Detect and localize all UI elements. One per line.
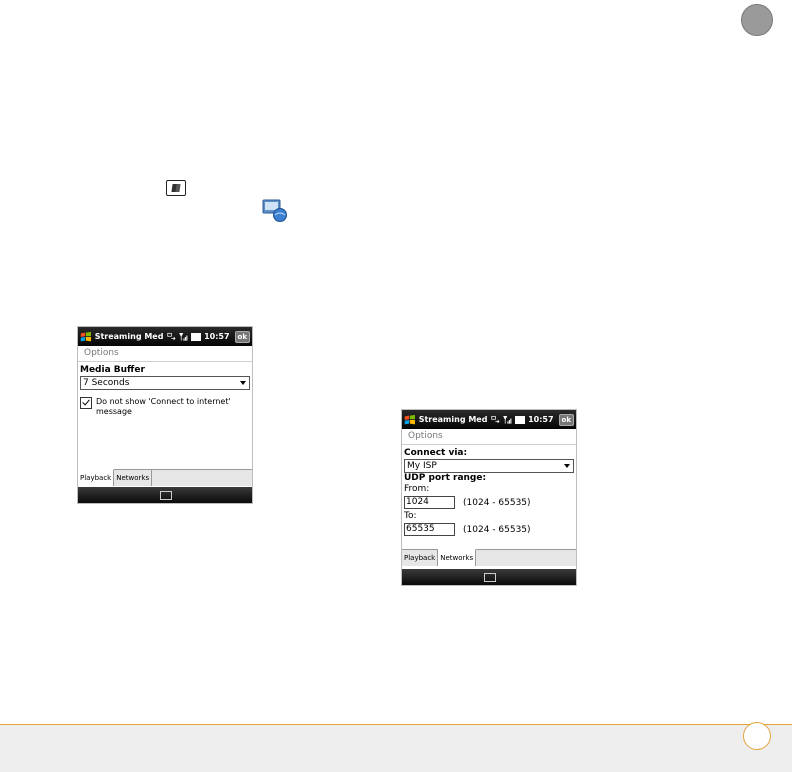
windows-start-key-icon	[166, 180, 186, 196]
from-port-input[interactable]: 1024	[404, 496, 455, 509]
keyboard-icon[interactable]	[160, 491, 172, 500]
to-label: To:	[404, 511, 417, 521]
connect-via-dropdown[interactable]: My ISP	[404, 459, 574, 473]
options-header: Options	[402, 429, 576, 445]
clock: 10:57	[528, 415, 554, 424]
signal-icon	[503, 415, 512, 424]
signal-icon	[179, 332, 188, 341]
to-range-hint: (1024 - 65535)	[463, 524, 531, 535]
connectivity-icon	[167, 332, 177, 340]
connectivity-icon	[491, 415, 501, 423]
windows-logo-icon[interactable]	[80, 330, 92, 344]
title-bar: Streaming Med 10:57 ok	[402, 410, 576, 429]
media-buffer-dropdown[interactable]: 7 Seconds	[80, 376, 250, 390]
battery-icon	[191, 332, 202, 341]
ok-button[interactable]: ok	[234, 330, 251, 343]
connect-via-value: My ISP	[407, 461, 437, 471]
checkbox-label-line1: Do not show 'Connect to internet'	[96, 397, 231, 406]
page-number-circle-icon	[743, 722, 771, 750]
to-port-input[interactable]: 65535	[404, 523, 455, 536]
page-footer	[0, 725, 792, 772]
media-buffer-label: Media Buffer	[80, 365, 145, 375]
connect-via-label: Connect via:	[404, 448, 468, 458]
from-label: From:	[404, 484, 430, 494]
window-title: Streaming Med	[418, 415, 488, 424]
tab-strip: Playback Networks	[78, 469, 252, 486]
soft-key-bar	[402, 569, 576, 585]
tab-playback[interactable]: Playback	[402, 550, 439, 566]
chapter-tab-icon	[741, 4, 773, 36]
tab-playback[interactable]: Playback	[78, 469, 115, 486]
tab-networks[interactable]: Networks	[438, 549, 477, 566]
windows-logo-icon[interactable]	[404, 413, 416, 427]
ok-button[interactable]: ok	[558, 413, 575, 426]
media-buffer-value: 7 Seconds	[83, 378, 130, 388]
playback-options-screenshot: Streaming Med 10:57 ok Options Media Buf…	[77, 326, 253, 504]
udp-port-range-label: UDP port range:	[404, 473, 487, 483]
title-bar: Streaming Med 10:57 ok	[78, 327, 252, 346]
checkbox-label-line2: message	[96, 407, 132, 416]
tab-networks[interactable]: Networks	[114, 470, 153, 486]
clock: 10:57	[204, 332, 230, 341]
dropdown-arrow-icon	[240, 381, 246, 385]
window-title: Streaming Med	[94, 332, 164, 341]
networks-options-screenshot: Streaming Med 10:57 ok Options Connect v…	[401, 409, 577, 586]
connect-message-checkbox[interactable]	[80, 397, 92, 409]
tab-strip: Playback Networks	[402, 549, 576, 566]
options-header: Options	[78, 346, 252, 362]
battery-icon	[515, 415, 526, 424]
streaming-media-icon	[262, 199, 287, 222]
soft-key-bar	[78, 487, 252, 503]
dropdown-arrow-icon	[564, 464, 570, 468]
from-range-hint: (1024 - 65535)	[463, 497, 531, 508]
keyboard-icon[interactable]	[484, 573, 496, 582]
